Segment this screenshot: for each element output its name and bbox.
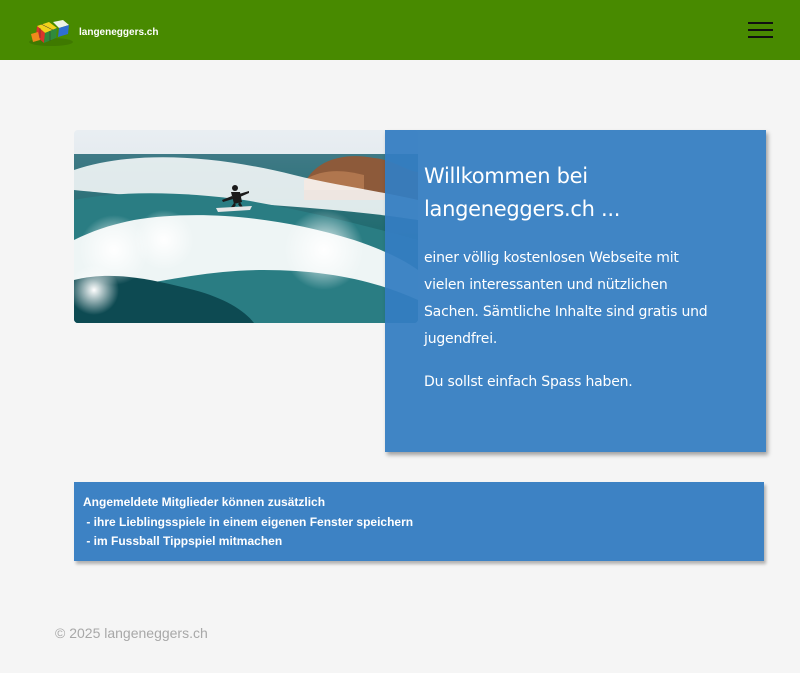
logo-home-link[interactable]: langeneggers.ch bbox=[27, 16, 158, 48]
hero-surf-image bbox=[74, 130, 418, 323]
welcome-body-line4: jugendfrei. bbox=[424, 331, 498, 347]
members-info-line: - im Fussball Tippspiel mitmachen bbox=[83, 534, 283, 548]
hamburger-menu-icon[interactable] bbox=[748, 20, 773, 40]
rubiks-cube-logo-icon bbox=[29, 20, 73, 46]
welcome-card: Willkommen bei langeneggers.ch ... einer… bbox=[385, 130, 766, 452]
welcome-heading-line2: langeneggers.ch ... bbox=[424, 197, 621, 221]
site-header: langeneggers.ch bbox=[0, 0, 800, 60]
surfer-wave-photo bbox=[74, 130, 418, 323]
members-info-line: - ihre Lieblingsspiele in einem eigenen … bbox=[83, 515, 414, 529]
members-info-line: Angemeldete Mitglieder können zusätzlich bbox=[83, 495, 326, 509]
footer-copyright: © 2025 langeneggers.ch bbox=[55, 625, 208, 641]
welcome-heading: Willkommen bei langeneggers.ch ... bbox=[424, 160, 724, 226]
welcome-body-line2: vielen interessanten und nützlichen bbox=[424, 277, 668, 293]
welcome-heading-line1: Willkommen bei bbox=[424, 164, 588, 188]
members-info-box: Angemeldete Mitglieder können zusätzlich… bbox=[74, 482, 764, 561]
site-name: langeneggers.ch bbox=[79, 26, 159, 38]
welcome-body-line1: einer völlig kostenlosen Webseite mit bbox=[424, 250, 679, 266]
welcome-fun-text: Du sollst einfach Spass haben. bbox=[424, 374, 633, 390]
welcome-body-line3: Sachen. Sämtliche Inhalte sind gratis un… bbox=[424, 304, 708, 320]
welcome-description: einer völlig kostenlosen Webseite mit vi… bbox=[424, 245, 724, 353]
